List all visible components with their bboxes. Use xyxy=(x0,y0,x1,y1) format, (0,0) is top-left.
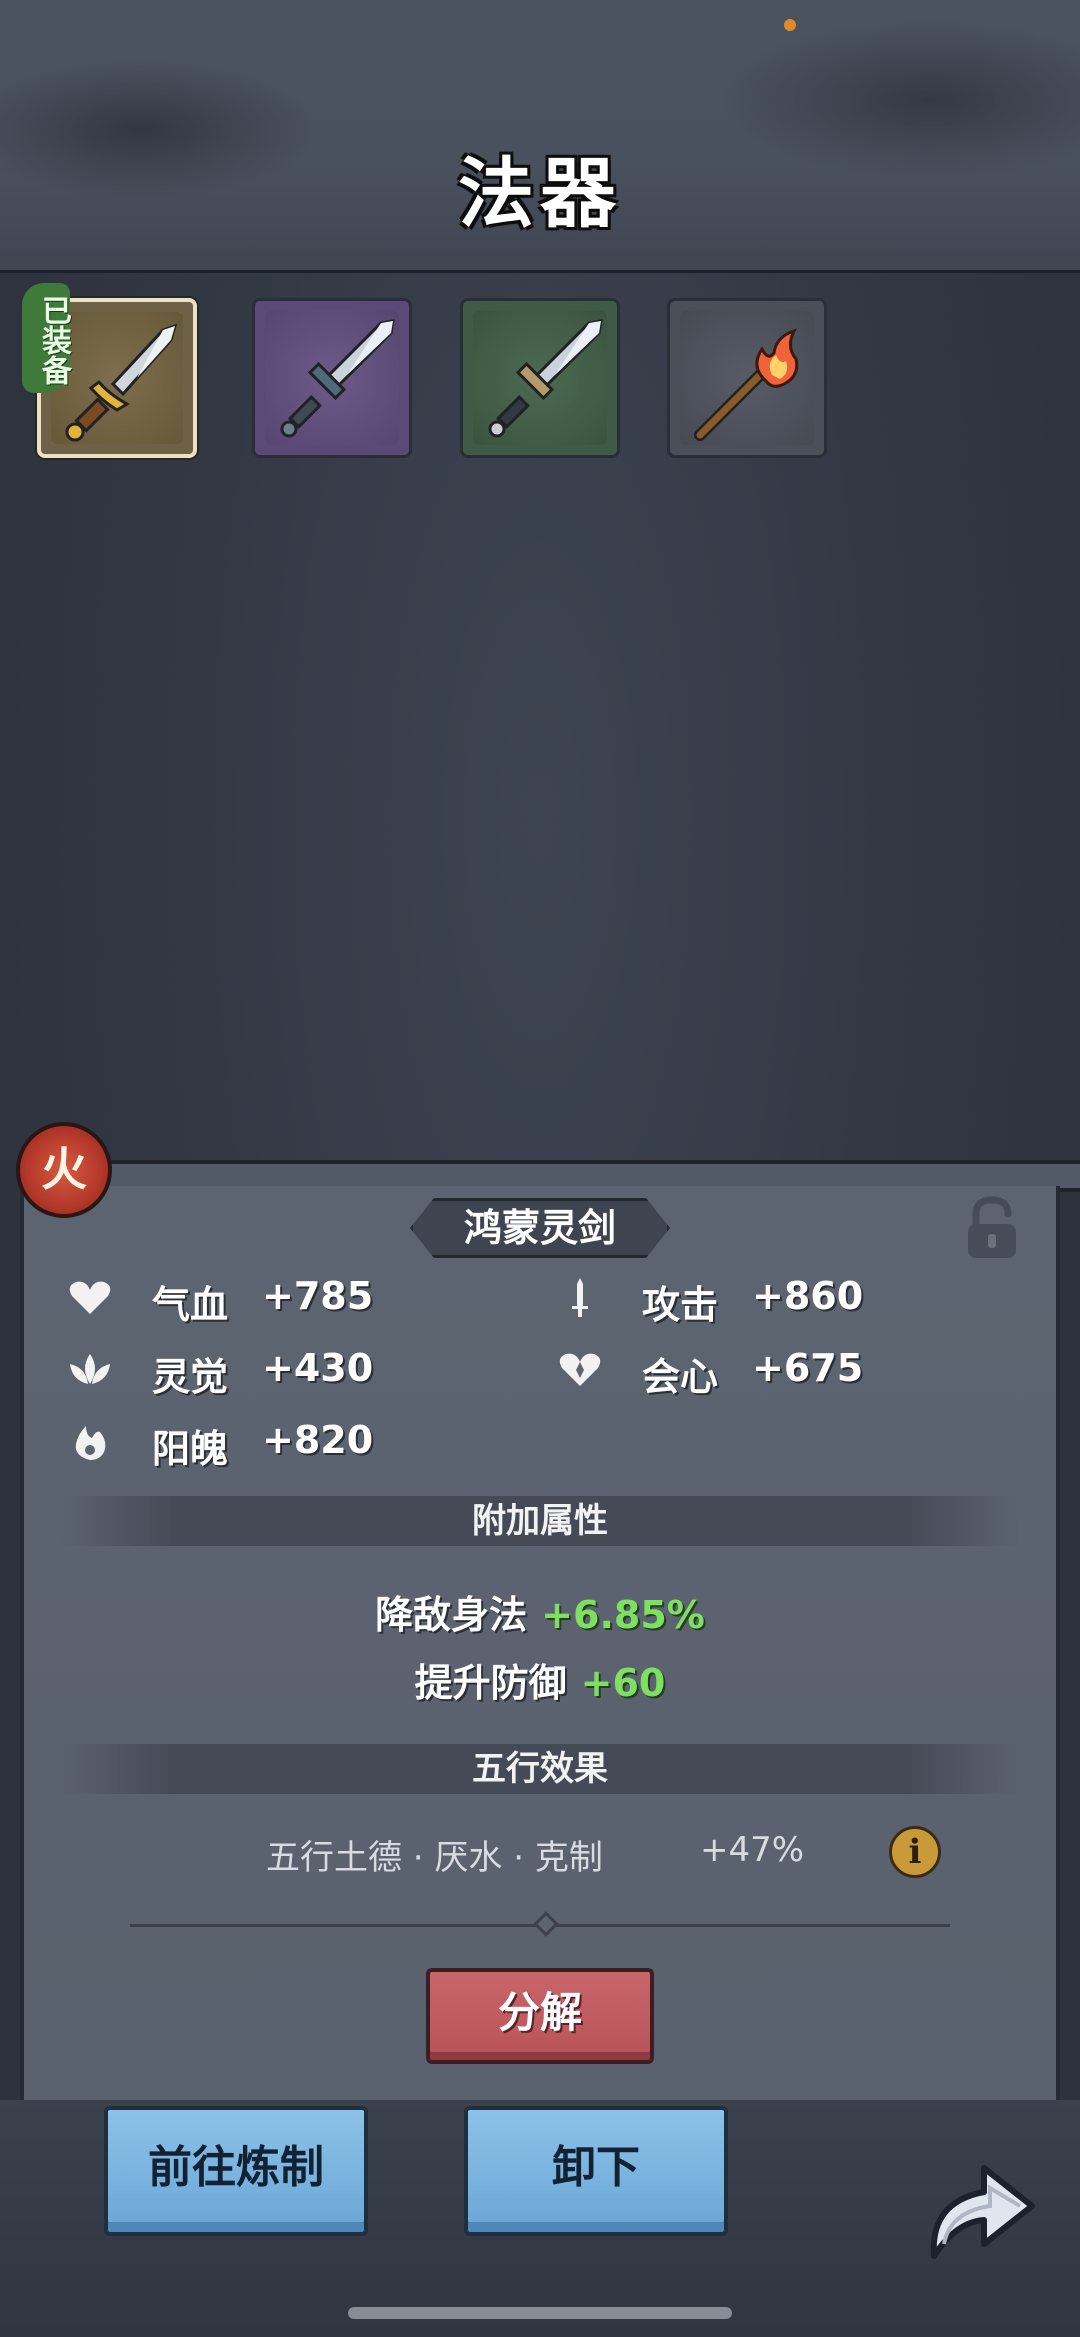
extra-attribute-label: 降敌身法 xyxy=(375,1593,528,1637)
dismantle-button[interactable]: 分解 xyxy=(426,1968,654,2064)
dagger-icon xyxy=(572,1278,588,1317)
stat-value: +430 xyxy=(262,1346,374,1390)
fire-torch-icon xyxy=(694,328,799,441)
stat-value: +860 xyxy=(752,1274,864,1318)
green-sword-icon xyxy=(488,319,603,438)
back-arrow-icon[interactable] xyxy=(920,2148,1040,2268)
stat-value: +820 xyxy=(262,1418,374,1462)
equipped-tag: 已装备 xyxy=(22,283,71,393)
stat-perception: 灵觉 +430 xyxy=(66,1342,406,1399)
wuxing-effect-value: +47% xyxy=(700,1830,805,1870)
unequip-button[interactable]: 卸下 xyxy=(464,2106,728,2236)
stat-hp: 气血 +785 xyxy=(66,1270,406,1327)
extra-attributes-header: 附加属性 xyxy=(60,1496,1020,1546)
unlock-icon[interactable] xyxy=(964,1196,1020,1262)
lotus-icon xyxy=(70,1354,110,1384)
stat-label: 阳魄 xyxy=(152,1427,229,1471)
item-slot-fire-torch[interactable] xyxy=(667,298,827,458)
info-icon[interactable]: i xyxy=(889,1826,941,1878)
stat-yang-soul: 阳魄 +820 xyxy=(66,1414,406,1471)
stat-value: +785 xyxy=(262,1274,374,1318)
extra-attribute-row: 降敌身法 +6.85% xyxy=(0,1584,1080,1639)
forge-button[interactable]: 前往炼制 xyxy=(104,2106,368,2236)
extra-attribute-value: +6.85% xyxy=(541,1593,705,1637)
stat-crit: 会心 +675 xyxy=(556,1342,896,1399)
notification-dot xyxy=(784,19,796,31)
page-title: 法器 xyxy=(458,149,622,238)
purple-sword-icon xyxy=(280,319,395,438)
heart-icon xyxy=(69,1281,111,1314)
stat-label: 气血 xyxy=(152,1283,229,1327)
item-slot-green-sword[interactable] xyxy=(460,298,620,458)
flame-icon xyxy=(75,1426,106,1460)
crit-heart-icon xyxy=(559,1353,601,1386)
home-indicator[interactable] xyxy=(348,2307,732,2319)
wuxing-header: 五行效果 xyxy=(60,1744,1020,1794)
item-name: 鸿蒙灵剑 xyxy=(410,1198,670,1258)
stat-label: 会心 xyxy=(642,1355,719,1399)
stat-label: 攻击 xyxy=(642,1283,719,1327)
stat-attack: 攻击 +860 xyxy=(556,1270,896,1327)
extra-attribute-row: 提升防御 +60 xyxy=(0,1652,1080,1707)
element-badge: 火 xyxy=(16,1122,112,1218)
item-slot-purple-sword[interactable] xyxy=(252,298,412,458)
extra-attribute-value: +60 xyxy=(580,1661,666,1705)
wuxing-effect-text: 五行土德 · 厌水 · 克制 xyxy=(266,1838,603,1878)
extra-attribute-label: 提升防御 xyxy=(414,1661,567,1705)
stat-label: 灵觉 xyxy=(152,1355,229,1399)
stat-value: +675 xyxy=(752,1346,864,1390)
